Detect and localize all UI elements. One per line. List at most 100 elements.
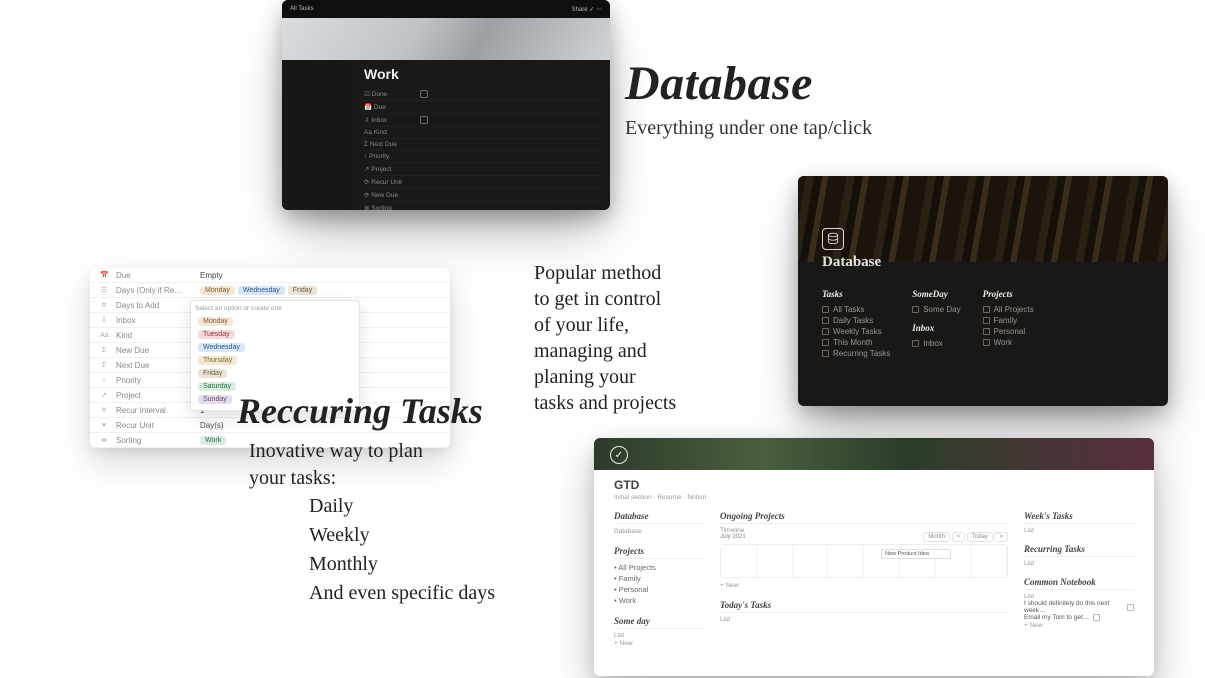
- gtd-today-section: Today's Tasks List: [720, 600, 1008, 623]
- gtd-left-col: Database Database Projects • All Project…: [614, 511, 704, 648]
- property-row[interactable]: 📅DueEmpty: [90, 268, 450, 283]
- gtd-center-col: Ongoing Projects Timeline July 2021 Mont…: [720, 511, 1008, 648]
- property-row[interactable]: ↕ Priority: [364, 151, 600, 163]
- marketing-db-title: Database: [625, 56, 872, 111]
- recurring-sub2: your tasks:: [249, 467, 336, 489]
- property-row[interactable]: ☰Days (Only if Re…MondayWednesdayFriday: [90, 283, 450, 298]
- dropdown-option[interactable]: Wednesday: [195, 341, 355, 354]
- timeline-prev[interactable]: <: [952, 532, 966, 542]
- property-row[interactable]: Σ Next Due: [364, 139, 600, 151]
- marketing-db-subtitle: Everything under one tap/click: [625, 117, 872, 140]
- dropdown-hint: Select an option or create one: [195, 305, 355, 312]
- gtd-someday-section: Some day List + New: [614, 616, 704, 648]
- view-toggle[interactable]: List: [1024, 527, 1134, 534]
- database-icon: [822, 228, 844, 250]
- new-item[interactable]: + New: [614, 639, 704, 648]
- db-link[interactable]: Work: [983, 337, 1034, 348]
- bullet: Daily: [309, 492, 587, 521]
- gtd-projects-heading: Projects: [614, 546, 704, 559]
- db-page-title: Database: [822, 254, 1144, 271]
- db-column: SomeDay Some Day Inbox Inbox: [912, 289, 960, 359]
- gtd-database-heading: Database: [614, 511, 704, 524]
- checkbox-icon[interactable]: [1127, 604, 1134, 611]
- db-column: TasksAll TasksDaily TasksWeekly TasksThi…: [822, 289, 890, 359]
- gtd-recurring-heading: Recurring Tasks: [1024, 544, 1134, 557]
- gtd-week-heading: Week's Tasks: [1024, 511, 1134, 524]
- list-item[interactable]: • Family: [614, 573, 704, 584]
- card-gtd: ✓ GTD Initial section · Resume · Notion …: [594, 438, 1154, 676]
- bullet: Weekly: [309, 521, 587, 550]
- dropdown-option[interactable]: Thursday: [195, 354, 355, 367]
- gtd-notebook-heading: Common Notebook: [1024, 577, 1134, 590]
- gtd-breadcrumb: Initial section · Resume · Notion: [614, 494, 1134, 501]
- check-circle-icon: ✓: [610, 446, 628, 464]
- breadcrumb: All Tasks: [290, 6, 566, 12]
- gtd-title: GTD: [614, 478, 1134, 492]
- db-column-heading: SomeDay: [912, 289, 960, 299]
- card-work: All Tasks Share ✓ ⋯ Work ☑ Done📅 Due⇩ In…: [282, 0, 610, 210]
- dropdown-option[interactable]: Monday: [195, 315, 355, 328]
- dropdown-option[interactable]: Friday: [195, 367, 355, 380]
- dropdown-option[interactable]: Tuesday: [195, 328, 355, 341]
- view-toggle[interactable]: List: [614, 632, 704, 639]
- db-link[interactable]: Recurring Tasks: [822, 348, 890, 359]
- list-item[interactable]: Database: [614, 527, 704, 536]
- marketing-line: to get in control: [534, 286, 676, 312]
- gtd-ongoing-heading: Ongoing Projects: [720, 511, 1008, 524]
- topbar-actions[interactable]: Share ✓ ⋯: [572, 6, 602, 13]
- db-link[interactable]: Family: [983, 315, 1034, 326]
- work-sidebar: [282, 60, 354, 210]
- list-item[interactable]: • Work: [614, 595, 704, 606]
- db-link[interactable]: This Month: [822, 337, 890, 348]
- property-row[interactable]: 📅 Due: [364, 101, 600, 114]
- view-toggle[interactable]: List: [1024, 593, 1134, 600]
- db-link[interactable]: All Projects: [983, 304, 1034, 315]
- property-row[interactable]: ⇩ Inbox: [364, 114, 600, 127]
- timeline-next[interactable]: >: [994, 532, 1008, 542]
- db-link[interactable]: Inbox: [912, 338, 960, 349]
- db-link[interactable]: Personal: [983, 326, 1034, 337]
- marketing-line: of your life,: [534, 312, 676, 338]
- timeline-bar[interactable]: New Product Idea: [881, 549, 951, 559]
- gtd-someday-heading: Some day: [614, 616, 704, 629]
- timeline-today[interactable]: Today: [967, 532, 993, 542]
- db-link[interactable]: All Tasks: [822, 304, 890, 315]
- property-row[interactable]: ↗ Project: [364, 163, 600, 176]
- gtd-today-heading: Today's Tasks: [720, 600, 1008, 613]
- db-link[interactable]: Daily Tasks: [822, 315, 890, 326]
- list-item[interactable]: • Personal: [614, 584, 704, 595]
- marketing-database-block: Database Everything under one tap/click: [625, 56, 872, 140]
- work-title: Work: [364, 66, 600, 82]
- view-toggle[interactable]: List: [1024, 560, 1134, 567]
- new-item[interactable]: + New: [1024, 621, 1134, 630]
- property-row[interactable]: ≣ Sorting: [364, 202, 600, 210]
- db-link[interactable]: Weekly Tasks: [822, 326, 890, 337]
- property-row[interactable]: ☑ Done: [364, 88, 600, 101]
- view-toggle[interactable]: List: [720, 616, 1008, 623]
- checkbox-icon[interactable]: [1093, 614, 1100, 621]
- work-properties: ☑ Done📅 Due⇩ InboxAa KindΣ Next Due↕ Pri…: [364, 88, 600, 210]
- db-link[interactable]: Some Day: [912, 304, 960, 315]
- gtd-week-section: Week's Tasks List: [1024, 511, 1134, 534]
- timeline-range[interactable]: Month: [923, 532, 950, 542]
- timeline-month[interactable]: July 2021: [720, 534, 746, 540]
- bullet: Monthly: [309, 550, 587, 579]
- recurring-sub1: Inovative way to plan: [249, 440, 423, 462]
- property-row[interactable]: ⟳ Recur Unit: [364, 176, 600, 189]
- property-row[interactable]: ⟳ New Due: [364, 189, 600, 202]
- timeline[interactable]: New Product Idea: [720, 544, 1008, 578]
- list-item[interactable]: • All Projects: [614, 562, 704, 573]
- db-column-heading: Inbox: [912, 323, 960, 333]
- property-row[interactable]: Aa Kind: [364, 127, 600, 139]
- db-column: Projects All ProjectsFamilyPersonalWork: [983, 289, 1034, 359]
- marketing-line: managing and: [534, 338, 676, 364]
- checkbox-row[interactable]: I should definitely do this next week…: [1024, 600, 1134, 614]
- work-banner: [282, 18, 610, 60]
- work-topbar: All Tasks Share ✓ ⋯: [282, 0, 610, 18]
- new-item[interactable]: + New: [720, 581, 1008, 590]
- marketing-line: Popular method: [534, 260, 676, 286]
- gtd-cover: ✓: [594, 438, 1154, 470]
- marketing-line: planing your: [534, 364, 676, 390]
- db-column-heading: Projects: [983, 289, 1034, 299]
- checkbox-row[interactable]: Email my Tom to get…: [1024, 614, 1134, 621]
